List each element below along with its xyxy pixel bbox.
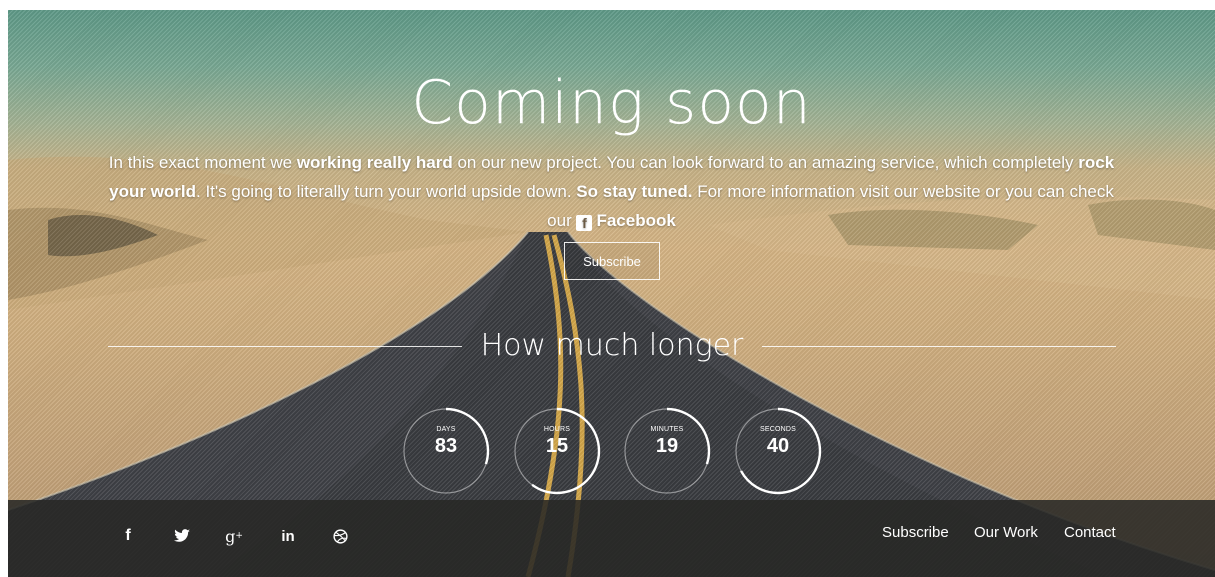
countdown-value: 19	[655, 435, 679, 457]
footer-link-subscribe[interactable]: Subscribe	[882, 524, 949, 541]
countdown-hours: HOURS 15	[513, 407, 601, 495]
countdown-heading-row: How much longer	[108, 328, 1116, 364]
countdown-label: DAYS	[436, 426, 456, 433]
facebook-icon: f	[576, 215, 593, 231]
footer-link-contact[interactable]: Contact	[1064, 524, 1116, 541]
facebook-icon[interactable]: f	[114, 522, 142, 550]
countdown-minutes: MINUTES 19	[623, 407, 711, 495]
intro-segment: . It's going to literally turn your worl…	[196, 182, 577, 201]
countdown-days: DAYS 83	[402, 407, 490, 495]
countdown-seconds: SECONDS 40	[734, 407, 822, 495]
hero-section: Coming soon In this exact moment we work…	[8, 10, 1215, 577]
intro-text: In this exact moment we working really h…	[108, 148, 1115, 235]
facebook-link[interactable]: f Facebook	[576, 211, 676, 231]
countdown-label: MINUTES	[650, 426, 684, 433]
intro-emphasis: So stay tuned.	[576, 182, 693, 201]
facebook-link-label: Facebook	[596, 211, 676, 230]
countdown-label: SECONDS	[759, 426, 797, 433]
google-plus-icon[interactable]: g +	[220, 522, 248, 550]
footer-link-our-work[interactable]: Our Work	[974, 524, 1038, 541]
intro-segment: In this exact moment we	[108, 153, 297, 172]
countdown-value: 83	[434, 435, 458, 457]
countdown-value: 40	[766, 435, 790, 457]
footer-bar: f g + in Subscribe Our Work Contact	[8, 500, 1215, 577]
intro-emphasis: working really hard	[296, 153, 453, 172]
countdown-label: HOURS	[543, 426, 571, 433]
divider-right	[762, 346, 1116, 347]
subscribe-button[interactable]: Subscribe	[564, 242, 660, 280]
dribbble-icon[interactable]	[326, 522, 354, 550]
intro-segment: on our new project. You can look forward…	[452, 153, 1079, 172]
twitter-icon[interactable]	[168, 522, 196, 550]
linkedin-icon[interactable]: in	[274, 522, 302, 550]
page-title: Coming soon	[411, 68, 812, 138]
countdown-value: 15	[545, 435, 569, 457]
